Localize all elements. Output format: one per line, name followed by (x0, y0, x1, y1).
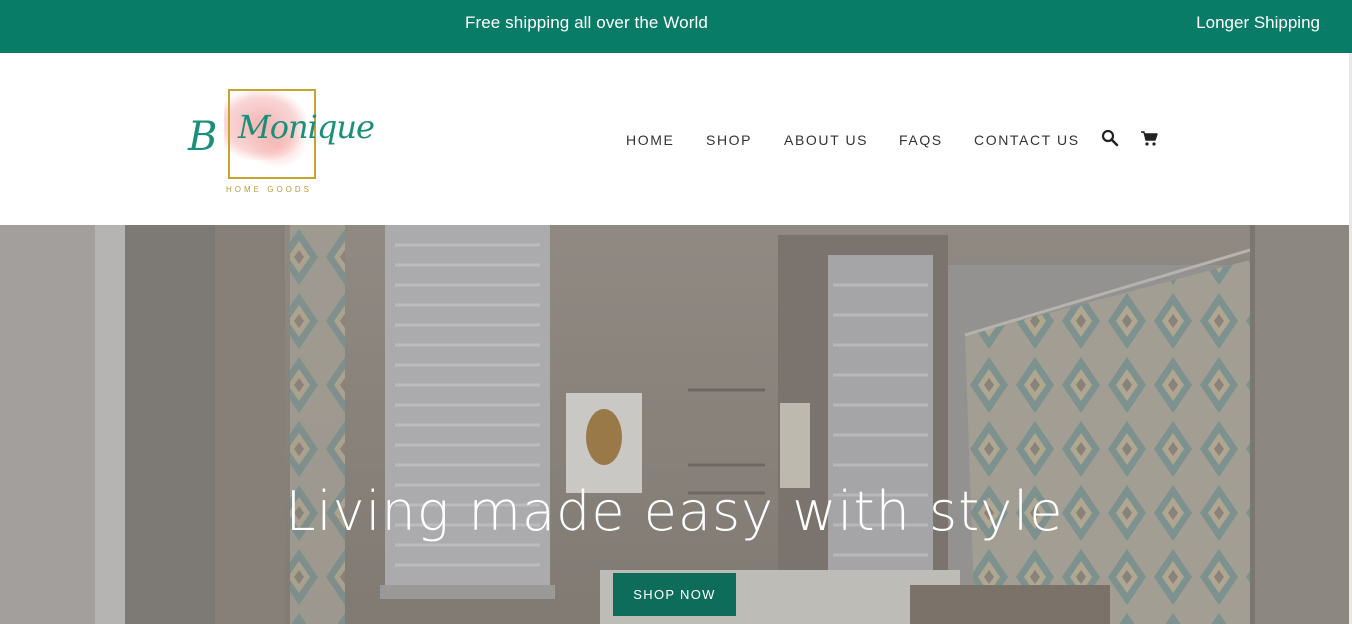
logo-name: Monique (238, 108, 375, 146)
nav-about-us[interactable]: ABOUT US (784, 132, 868, 148)
nav-shop[interactable]: SHOP (706, 132, 752, 148)
shipping-link[interactable]: Longer Shipping (1196, 13, 1320, 33)
site-header: B Monique HOME GOODS HOME SHOP ABOUT US … (0, 53, 1352, 225)
nav-home[interactable]: HOME (626, 132, 674, 148)
search-icon[interactable] (1101, 129, 1119, 152)
logo-subtitle: HOME GOODS (226, 185, 313, 194)
announcement-message: Free shipping all over the World (465, 13, 708, 32)
shop-now-button[interactable]: SHOP NOW (613, 573, 736, 616)
hero-banner: Living made easy with style SHOP NOW (0, 225, 1349, 624)
logo[interactable]: B Monique HOME GOODS (186, 86, 375, 196)
nav-faqs[interactable]: FAQS (899, 132, 943, 148)
announcement-bar: Free shipping all over the World Longer … (0, 0, 1352, 53)
cart-icon[interactable] (1140, 129, 1158, 152)
logo-initial: B (188, 114, 218, 160)
hero-title: Living made easy with style (285, 480, 1064, 543)
hero-background-image (0, 225, 1349, 624)
nav-contact-us[interactable]: CONTACT US (974, 132, 1080, 148)
